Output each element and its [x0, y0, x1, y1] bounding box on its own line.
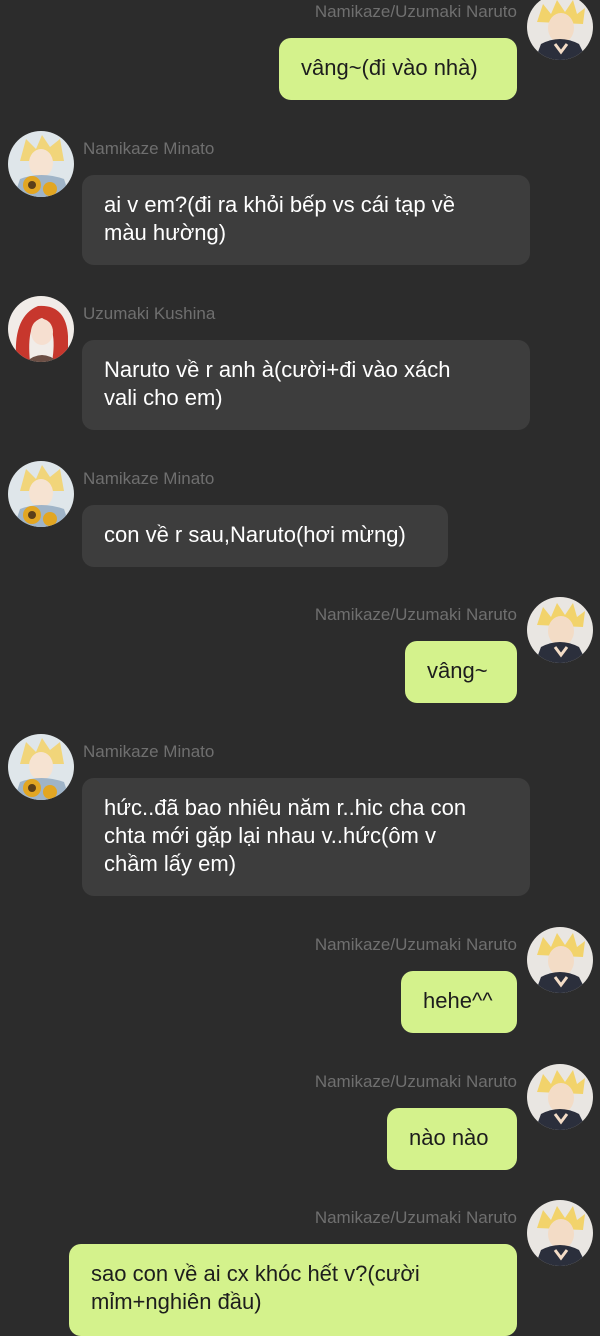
- kushina-avatar[interactable]: [8, 296, 74, 362]
- naruto-avatar[interactable]: [527, 1200, 593, 1266]
- naruto-avatar[interactable]: [527, 1064, 593, 1130]
- chat-thread[interactable]: Namikaze/Uzumaki Naruto vâng~(đi vào nhà…: [0, 0, 600, 1336]
- message-bubble[interactable]: vâng~(đi vào nhà): [279, 38, 517, 100]
- message-bubble[interactable]: nào nào: [387, 1108, 517, 1170]
- sender-name: Namikaze/Uzumaki Naruto: [314, 935, 517, 954]
- sender-name: Namikaze Minato: [83, 139, 215, 158]
- naruto-avatar[interactable]: [527, 597, 593, 663]
- sender-name: Namikaze/Uzumaki Naruto: [314, 1072, 517, 1091]
- sender-name: Namikaze/Uzumaki Naruto: [314, 605, 517, 624]
- sender-name: Namikaze/Uzumaki Naruto: [314, 1208, 517, 1227]
- cropped-previous-content: [20, 0, 110, 6]
- message-bubble[interactable]: hức..đã bao nhiêu năm r..hic cha con cht…: [82, 778, 530, 896]
- sender-name: Namikaze Minato: [83, 742, 215, 761]
- message-bubble[interactable]: sao con về ai cx khóc hết v?(cười mỉm+ng…: [69, 1244, 517, 1336]
- sender-name: Namikaze/Uzumaki Naruto: [314, 2, 517, 21]
- minato-avatar[interactable]: [8, 131, 74, 197]
- sender-name: Namikaze Minato: [83, 469, 215, 488]
- naruto-avatar[interactable]: [527, 927, 593, 993]
- minato-avatar[interactable]: [8, 734, 74, 800]
- naruto-avatar[interactable]: [527, 0, 593, 60]
- message-bubble[interactable]: Naruto về r anh à(cười+đi vào xách vali …: [82, 340, 530, 430]
- message-bubble[interactable]: vâng~: [405, 641, 517, 703]
- sender-name: Uzumaki Kushina: [83, 304, 216, 323]
- minato-avatar[interactable]: [8, 461, 74, 527]
- message-bubble[interactable]: ai v em?(đi ra khỏi bếp vs cái tạp về mà…: [82, 175, 530, 265]
- message-bubble[interactable]: con về r sau,Naruto(hơi mừng): [82, 505, 448, 567]
- message-bubble[interactable]: hehe^^: [401, 971, 517, 1033]
